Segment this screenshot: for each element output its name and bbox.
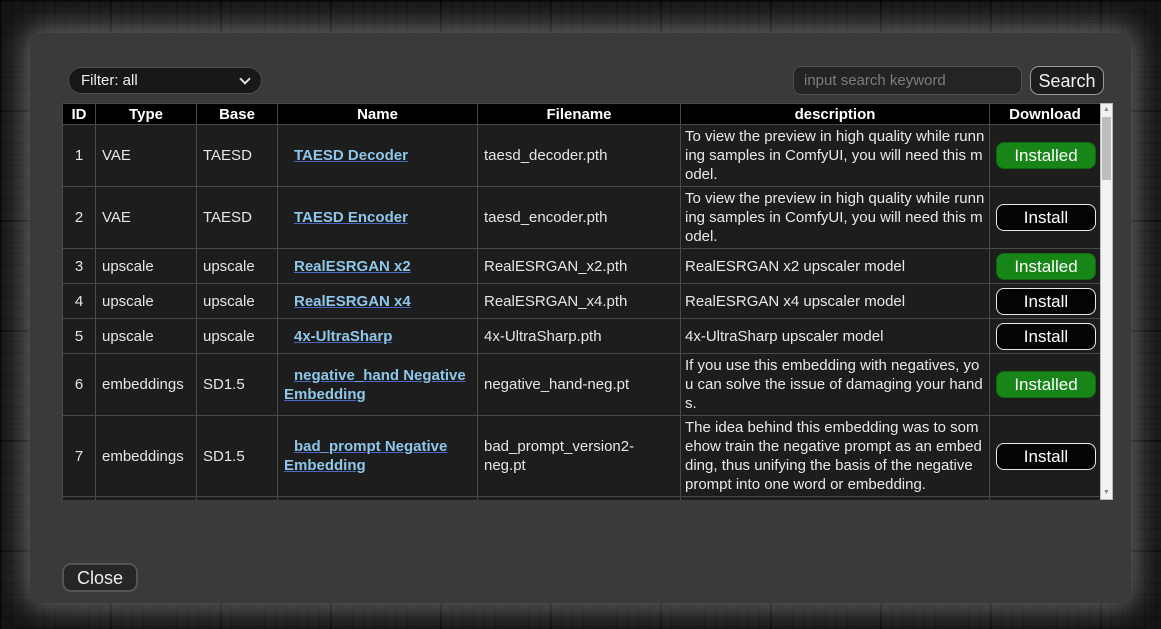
header-name: Name (278, 104, 478, 125)
install-button[interactable]: Install (996, 288, 1096, 315)
cell-download: Installed (990, 249, 1101, 284)
model-table: ID Type Base Name Filename description D… (62, 103, 1100, 500)
cell-description: To view the preview in high quality whil… (681, 187, 990, 249)
model-link[interactable]: TAESD Encoder (294, 209, 408, 226)
close-button[interactable]: Close (62, 563, 138, 592)
model-manager-dialog: Filter: all Search ID Type Base Name Fil… (30, 33, 1131, 603)
table-row: 7 embeddings SD1.5 bad_prompt Negative E… (63, 416, 1101, 497)
scrollbar-up-arrow-icon[interactable]: ▲ (1101, 104, 1112, 116)
cell-download: Install (990, 416, 1101, 497)
cell-description: 4x-UltraSharp upscaler model (681, 319, 990, 354)
installed-button[interactable]: Installed (996, 253, 1096, 280)
cell-filename: taesd_encoder.pth (478, 187, 681, 249)
cell-base: upscale (197, 284, 278, 319)
cell-description: RealESRGAN x4 upscaler model (681, 284, 990, 319)
filter-select[interactable]: Filter: all (68, 67, 262, 94)
search-input[interactable] (793, 66, 1022, 95)
table-row-partial: These embedding learn what disgusting co… (63, 497, 1101, 501)
cell-id: 7 (63, 416, 96, 497)
model-link[interactable]: 4x-UltraSharp (294, 328, 392, 345)
table-scrollbar[interactable]: ▲ ▼ (1100, 103, 1113, 500)
cell-id (63, 497, 96, 501)
cell-base: SD1.5 (197, 416, 278, 497)
model-link[interactable]: RealESRGAN x4 (294, 293, 411, 310)
header-type: Type (96, 104, 197, 125)
scrollbar-down-arrow-icon[interactable]: ▼ (1101, 487, 1112, 499)
table-row: 5 upscale upscale 4x-UltraSharp 4x-Ultra… (63, 319, 1101, 354)
header-description: description (681, 104, 990, 125)
cell-download: Installed (990, 354, 1101, 416)
cell-id: 1 (63, 125, 96, 187)
model-table-container: ID Type Base Name Filename description D… (62, 103, 1100, 500)
cell-base: upscale (197, 249, 278, 284)
cell-download: Installed (990, 125, 1101, 187)
cell-base: TAESD (197, 125, 278, 187)
cell-download (990, 497, 1101, 501)
cell-name: 4x-UltraSharp (278, 319, 478, 354)
cell-id: 6 (63, 354, 96, 416)
cell-name: TAESD Encoder (278, 187, 478, 249)
cell-name: RealESRGAN x2 (278, 249, 478, 284)
table-row: 6 embeddings SD1.5 negative_hand Negativ… (63, 354, 1101, 416)
cell-filename: RealESRGAN_x4.pth (478, 284, 681, 319)
cell-download: Install (990, 319, 1101, 354)
cell-id: 2 (63, 187, 96, 249)
cell-id: 4 (63, 284, 96, 319)
table-row: 1 VAE TAESD TAESD Decoder taesd_decoder.… (63, 125, 1101, 187)
model-link[interactable]: bad_prompt Negative Embedding (284, 438, 447, 474)
table-row: 2 VAE TAESD TAESD Encoder taesd_encoder.… (63, 187, 1101, 249)
cell-description: These embedding learn what disgusting co… (681, 497, 990, 501)
cell-base: TAESD (197, 187, 278, 249)
model-link[interactable]: negative_hand Negative Embedding (284, 367, 466, 403)
install-button[interactable]: Install (996, 443, 1096, 470)
cell-filename: taesd_decoder.pth (478, 125, 681, 187)
cell-type (96, 497, 197, 501)
table-row: 3 upscale upscale RealESRGAN x2 RealESRG… (63, 249, 1101, 284)
cell-id: 3 (63, 249, 96, 284)
install-button[interactable]: Install (996, 323, 1096, 350)
cell-download: Install (990, 187, 1101, 249)
cell-base: SD1.5 (197, 354, 278, 416)
cell-description: To view the preview in high quality whil… (681, 125, 990, 187)
cell-type: embeddings (96, 416, 197, 497)
cell-base: upscale (197, 319, 278, 354)
header-base: Base (197, 104, 278, 125)
cell-type: upscale (96, 284, 197, 319)
cell-filename (478, 497, 681, 501)
cell-download: Install (990, 284, 1101, 319)
header-filename: Filename (478, 104, 681, 125)
scrollbar-thumb[interactable] (1102, 117, 1111, 180)
cell-type: VAE (96, 187, 197, 249)
cell-type: embeddings (96, 354, 197, 416)
table-row: 4 upscale upscale RealESRGAN x4 RealESRG… (63, 284, 1101, 319)
search-button[interactable]: Search (1030, 66, 1104, 95)
cell-name: TAESD Decoder (278, 125, 478, 187)
cell-id: 5 (63, 319, 96, 354)
cell-type: VAE (96, 125, 197, 187)
cell-name: negative_hand Negative Embedding (278, 354, 478, 416)
header-id: ID (63, 104, 96, 125)
filter-select-wrap: Filter: all (68, 67, 262, 94)
cell-type: upscale (96, 249, 197, 284)
cell-description: RealESRGAN x2 upscaler model (681, 249, 990, 284)
cell-filename: 4x-UltraSharp.pth (478, 319, 681, 354)
header-download: Download (990, 104, 1101, 125)
cell-filename: negative_hand-neg.pt (478, 354, 681, 416)
cell-filename: bad_prompt_version2-neg.pt (478, 416, 681, 497)
cell-type: upscale (96, 319, 197, 354)
table-header-row: ID Type Base Name Filename description D… (63, 104, 1101, 125)
cell-name: RealESRGAN x4 (278, 284, 478, 319)
cell-base (197, 497, 278, 501)
installed-button[interactable]: Installed (996, 371, 1096, 398)
install-button[interactable]: Install (996, 204, 1096, 231)
comfyui-canvas-background: { "toolbar": { "filter_label": "Filter: … (0, 0, 1161, 629)
model-link[interactable]: TAESD Decoder (294, 147, 408, 164)
cell-filename: RealESRGAN_x2.pth (478, 249, 681, 284)
cell-name (278, 497, 478, 501)
model-link[interactable]: RealESRGAN x2 (294, 258, 411, 275)
cell-name: bad_prompt Negative Embedding (278, 416, 478, 497)
installed-button[interactable]: Installed (996, 142, 1096, 169)
cell-description: If you use this embedding with negatives… (681, 354, 990, 416)
cell-description: The idea behind this embedding was to so… (681, 416, 990, 497)
